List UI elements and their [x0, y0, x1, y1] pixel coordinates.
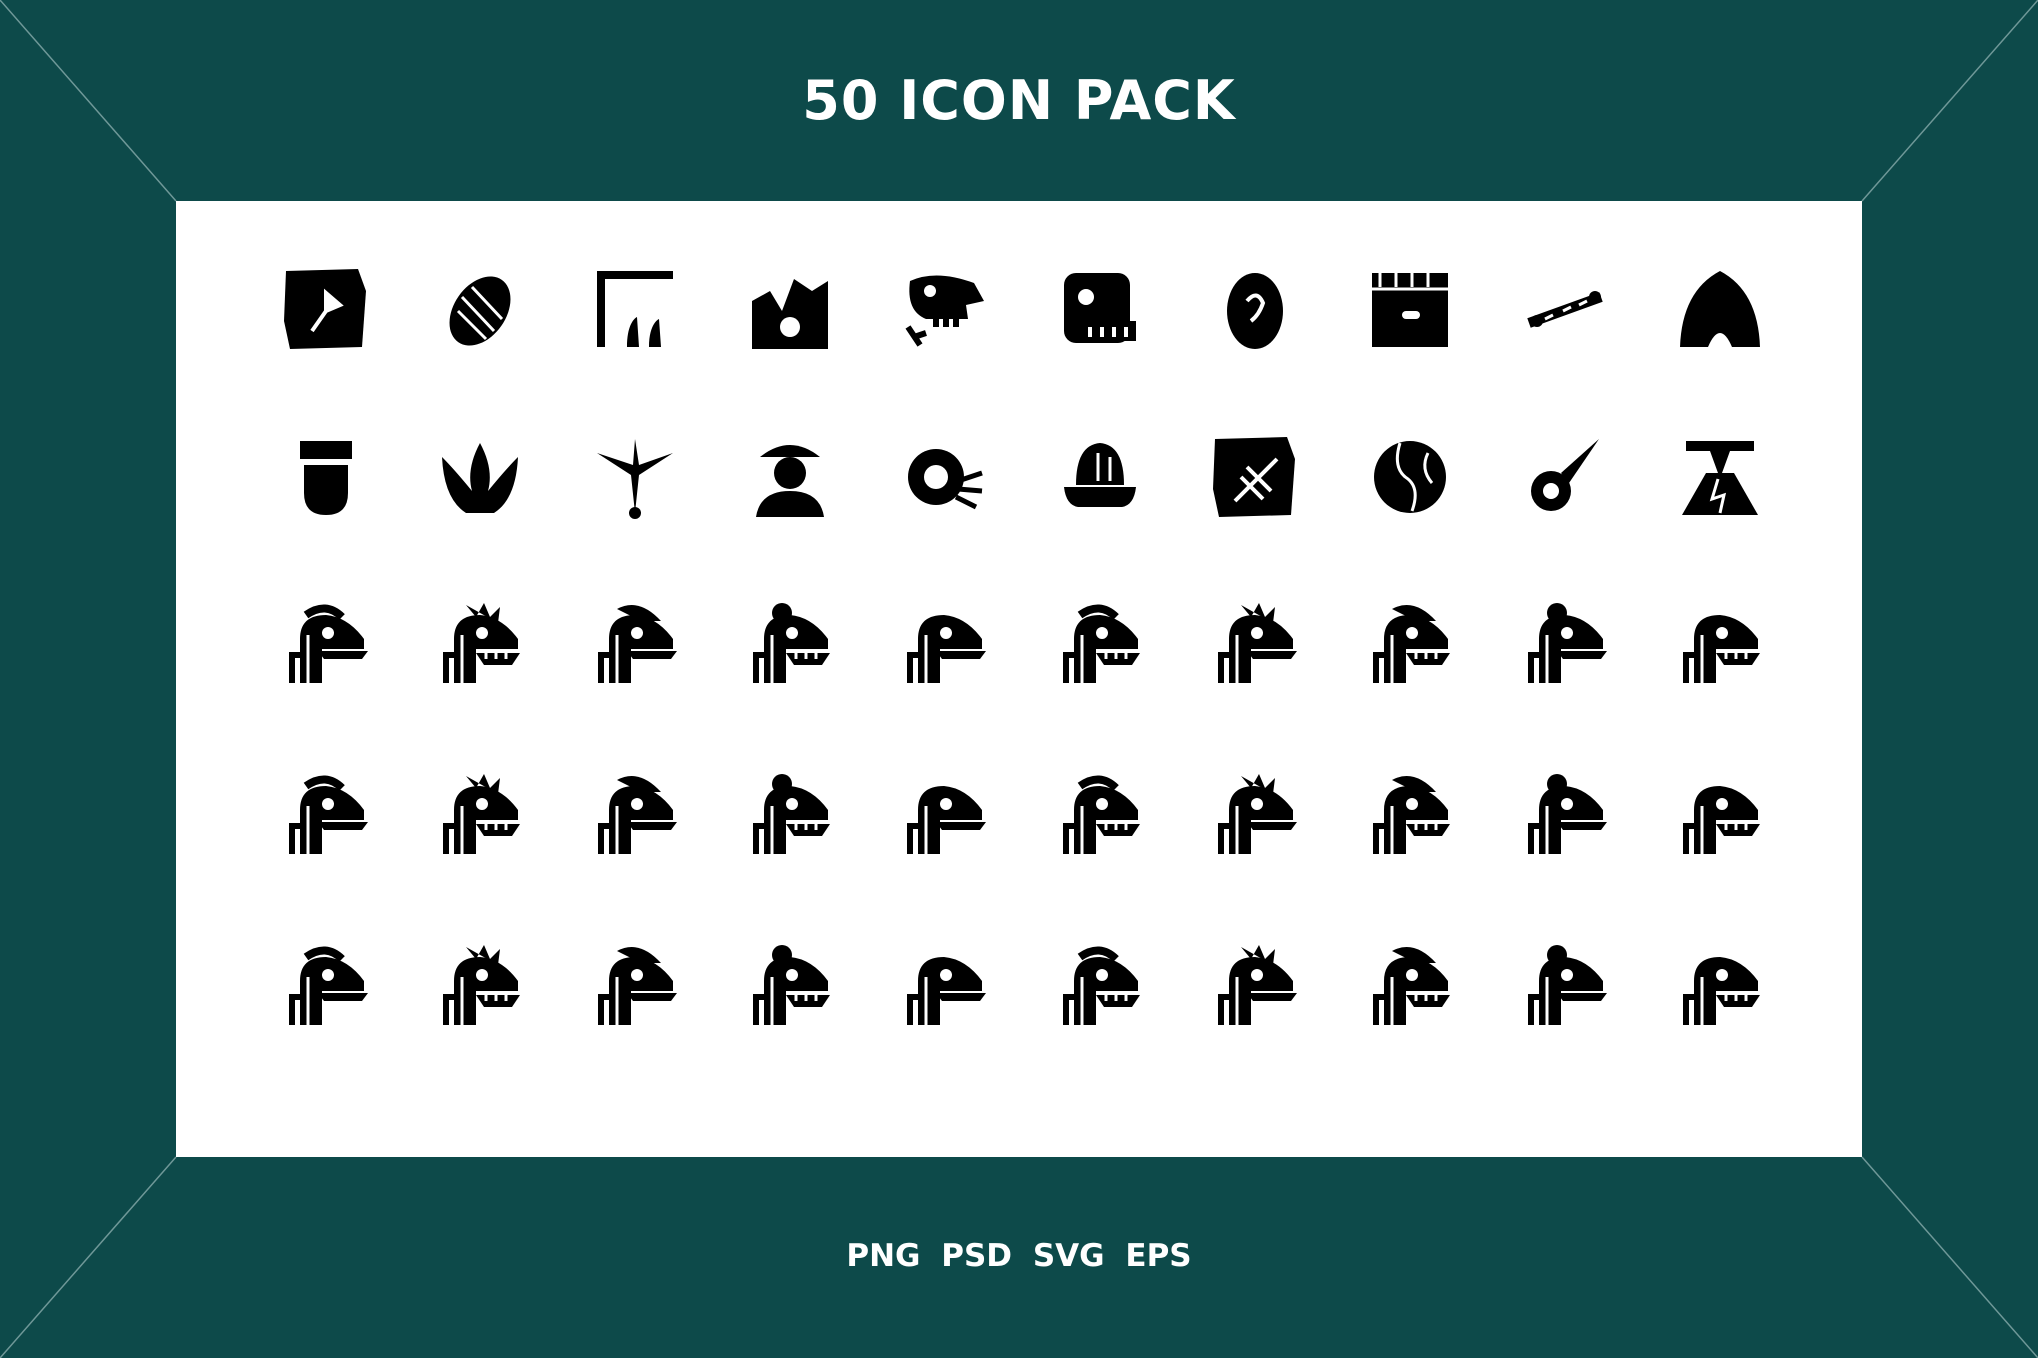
gallimimus-icon [1517, 766, 1613, 862]
spinosaurus-icon [1517, 595, 1613, 691]
carnotaurus-icon [1672, 595, 1768, 691]
iguanodon-icon [432, 766, 528, 862]
trex-skull-bones-icon [896, 261, 992, 357]
three-toe-footprint-icon [432, 429, 528, 525]
dracorex-icon [432, 937, 528, 1033]
fossil-leaf-stone-icon [278, 261, 374, 357]
dino-egg-icon [1207, 261, 1303, 357]
diplodocus-icon [1052, 766, 1148, 862]
icon-showcase-panel [176, 201, 1862, 1157]
sarcosuchus-icon [1517, 937, 1613, 1033]
pteranodon-icon [742, 766, 838, 862]
ankylosaurus-icon [587, 595, 683, 691]
dilophosaurus-icon [1207, 595, 1303, 691]
hatching-egg-nest-icon [1052, 429, 1148, 525]
baryonyx-icon [896, 937, 992, 1033]
oviraptor-icon [278, 766, 374, 862]
tyrannosaurus-icon [1362, 766, 1458, 862]
brachiosaurus-icon [432, 595, 528, 691]
protoceratops-icon [1362, 937, 1458, 1033]
triceratops-icon [742, 595, 838, 691]
page-title: 50 ICON PACK [802, 69, 1236, 132]
soil-layers-fossil-icon [1362, 261, 1458, 357]
pachycephalosaurus-icon [278, 595, 374, 691]
corythosaurus-icon [1362, 595, 1458, 691]
ammonite-icon [896, 429, 992, 525]
bird-footprint-icon [587, 429, 683, 525]
trex-roar-icon [1052, 595, 1148, 691]
paleontologist-icon [742, 429, 838, 525]
megalosaurus-icon [1672, 937, 1768, 1033]
stegosaurus-icon [587, 766, 683, 862]
troodon-icon [278, 937, 374, 1033]
file-formats-label: PNG PSD SVG EPS [846, 1238, 1192, 1274]
parasaurolophus-crest-icon [587, 937, 683, 1033]
dino-skull-icon [1052, 261, 1148, 357]
lambeosaurus-icon [1207, 937, 1303, 1033]
fossil-dragonfly-stone-icon [1207, 429, 1303, 525]
volcano-icon [1672, 429, 1768, 525]
bone-chain-icon [1517, 261, 1613, 357]
velociraptor-icon [896, 595, 992, 691]
meteor-icon [1517, 429, 1613, 525]
tooth-icon [278, 429, 374, 525]
apatosaurus-icon [1672, 766, 1768, 862]
crocodile-dino-icon [1207, 766, 1303, 862]
cave-icon [1672, 261, 1768, 357]
giganotosaurus-icon [1052, 937, 1148, 1033]
icon-grid [176, 201, 1862, 1157]
dino-footprint-measure-icon [587, 261, 683, 357]
excavation-cliff-icon [742, 261, 838, 357]
trilobite-icon [432, 261, 528, 357]
earth-icon [1362, 429, 1458, 525]
styracosaurus-icon [742, 937, 838, 1033]
allosaurus-icon [896, 766, 992, 862]
